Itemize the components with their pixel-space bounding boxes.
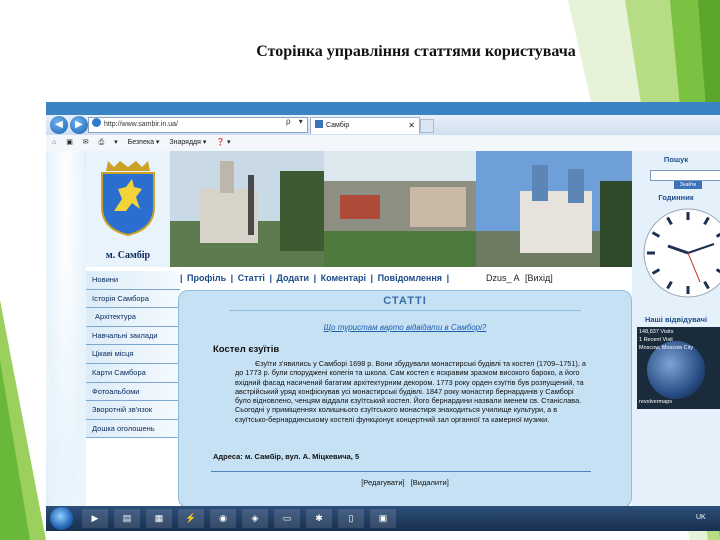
divider bbox=[211, 471, 591, 472]
divider bbox=[229, 310, 581, 311]
url-text: http://www.sambir.in.ua/ bbox=[104, 121, 178, 128]
favicon-icon bbox=[315, 120, 323, 128]
banner-photos bbox=[170, 151, 632, 267]
calendar-icon[interactable]: ▦ bbox=[146, 509, 172, 528]
search-input[interactable] bbox=[650, 170, 720, 181]
taskbar: ▶ ▤ ▦ ⚡ ◉ ◈ ▭ ✱ ▯ ▣ UK bbox=[46, 506, 720, 531]
slide-title: Сторінка управління статтями користувача bbox=[256, 43, 576, 60]
nav-item-albums[interactable]: Фотоальбоми bbox=[86, 382, 180, 402]
article-link[interactable]: Що туристам варто відвідати в Самборі? bbox=[179, 323, 631, 332]
slide-decoration-left bbox=[0, 300, 46, 540]
recent-visit: 1 Recent Visit bbox=[639, 337, 673, 343]
site-container: м. Самбір | Профіль | Статті | Додати | … bbox=[86, 151, 632, 508]
nav-item-maps[interactable]: Карти Самбора bbox=[86, 363, 180, 383]
safety-menu[interactable]: Безпека ▾ bbox=[128, 139, 160, 146]
browser-screenshot: ◀ ▶ http://www.sambir.in.ua/ ρ ▾ ↻ ✕ Сам… bbox=[46, 102, 720, 531]
document-icon[interactable]: ▭ bbox=[274, 509, 300, 528]
menu-add[interactable]: Додати bbox=[277, 273, 310, 283]
address-field[interactable]: http://www.sambir.in.ua/ bbox=[88, 117, 308, 133]
article-actions: [Редагувати] [Видалити] bbox=[179, 478, 631, 487]
ie-icon bbox=[92, 118, 101, 127]
mail-icon[interactable]: ✉ bbox=[83, 139, 89, 146]
chrome-icon[interactable]: ◉ bbox=[210, 509, 236, 528]
visitor-map-widget[interactable]: 148,837 Visits 1 Recent Visit Moscow, Mo… bbox=[637, 327, 720, 409]
search-button[interactable]: Знайти bbox=[674, 181, 702, 189]
edit-link[interactable]: [Редагувати] bbox=[361, 478, 404, 487]
address-bar-row: ◀ ▶ http://www.sambir.in.ua/ ρ ▾ ↻ ✕ Сам… bbox=[46, 115, 720, 135]
city-name: м. Самбір bbox=[105, 250, 151, 261]
command-bar: ⌂ ▣ ✉ ⎙ ▾ Безпека ▾ Знаряддя ▾ ❓ ▾ bbox=[46, 135, 720, 152]
page-menu[interactable]: ▾ bbox=[114, 139, 118, 146]
start-button[interactable] bbox=[50, 507, 73, 530]
left-navigation: Новини Історія Самбора Архітектура Навча… bbox=[86, 271, 180, 439]
web-page: м. Самбір | Профіль | Статті | Додати | … bbox=[46, 151, 720, 508]
nav-item-schools[interactable]: Навчальні заклади bbox=[86, 326, 180, 346]
home-icon[interactable]: ⌂ bbox=[52, 139, 56, 146]
delete-link[interactable]: [Видалити] bbox=[411, 478, 449, 487]
language-indicator[interactable]: UK bbox=[696, 514, 706, 521]
new-tab-button[interactable] bbox=[420, 119, 434, 133]
help-menu[interactable]: ❓ ▾ bbox=[216, 139, 230, 146]
username: Dzus_ A bbox=[486, 273, 520, 283]
window-icon[interactable]: ▣ bbox=[370, 509, 396, 528]
forward-icon[interactable]: ▶ bbox=[70, 116, 88, 134]
close-tab-icon[interactable]: ✕ bbox=[408, 118, 415, 134]
print-icon[interactable]: ⎙ bbox=[99, 139, 105, 146]
widget-footer: revolvermaps bbox=[639, 399, 673, 405]
menu-comments[interactable]: Коментарі bbox=[321, 273, 366, 283]
settings-icon[interactable]: ✱ bbox=[306, 509, 332, 528]
menu-articles[interactable]: Статті bbox=[238, 273, 265, 283]
nav-item-architecture[interactable]: Архітектура bbox=[86, 308, 180, 327]
media-player-icon[interactable]: ▶ bbox=[82, 509, 108, 528]
tab-sambir[interactable]: Самбір ✕ bbox=[310, 117, 420, 134]
clock-icon bbox=[643, 208, 720, 298]
file-icon[interactable]: ▯ bbox=[338, 509, 364, 528]
logout-link[interactable]: [Вихід] bbox=[525, 270, 553, 286]
article-text: Єзуїти з'явились у Самборі 1698 р. Вони … bbox=[235, 359, 586, 424]
article-address: Адреса: м. Самбір, вул. А. Міцкевича, 5 bbox=[213, 452, 360, 461]
nav-item-history[interactable]: Історія Самбора bbox=[86, 289, 180, 309]
article-heading: Костел єзуїтів bbox=[213, 344, 280, 355]
coat-of-arms-icon bbox=[101, 161, 155, 237]
article-panel: СТАТТІ Що туристам варто відвідати в Сам… bbox=[178, 290, 632, 508]
article-body: Єзуїти з'явились у Самборі 1698 р. Вони … bbox=[235, 359, 587, 424]
flash-icon[interactable]: ⚡ bbox=[178, 509, 204, 528]
nav-item-feedback[interactable]: Зворотній зв'язок bbox=[86, 401, 180, 420]
nav-item-news[interactable]: Новини bbox=[86, 271, 180, 290]
visitor-location: Moscow, Moscow City bbox=[639, 345, 694, 351]
nav-item-board[interactable]: Дошка оголошень bbox=[86, 419, 180, 439]
sky-background bbox=[46, 151, 86, 506]
search-heading: Пошук bbox=[663, 155, 689, 164]
visitors-heading: Наші відвідувачі bbox=[644, 315, 708, 324]
folder-icon[interactable]: ▤ bbox=[114, 509, 140, 528]
visits-count: 148,837 Visits bbox=[639, 329, 674, 335]
menu-messages[interactable]: Повідомлення bbox=[378, 273, 442, 283]
right-sidebar: Пошук Знайти Годинник Наші відвідувачі 1… bbox=[632, 151, 720, 506]
tools-menu[interactable]: Знаряддя ▾ bbox=[169, 139, 206, 146]
logo-area: м. Самбір bbox=[86, 151, 170, 267]
user-menu: | Профіль | Статті | Додати | Коментарі … bbox=[170, 270, 632, 286]
section-title: СТАТТІ bbox=[383, 295, 427, 307]
feeds-icon[interactable]: ▣ bbox=[66, 139, 73, 146]
menu-profile[interactable]: Профіль bbox=[187, 273, 226, 283]
nav-item-places[interactable]: Цікаві місця bbox=[86, 345, 180, 364]
tab-title: Самбір bbox=[326, 122, 350, 129]
back-icon[interactable]: ◀ bbox=[50, 116, 68, 134]
app-icon[interactable]: ◈ bbox=[242, 509, 268, 528]
clock-heading: Годинник bbox=[658, 193, 694, 202]
